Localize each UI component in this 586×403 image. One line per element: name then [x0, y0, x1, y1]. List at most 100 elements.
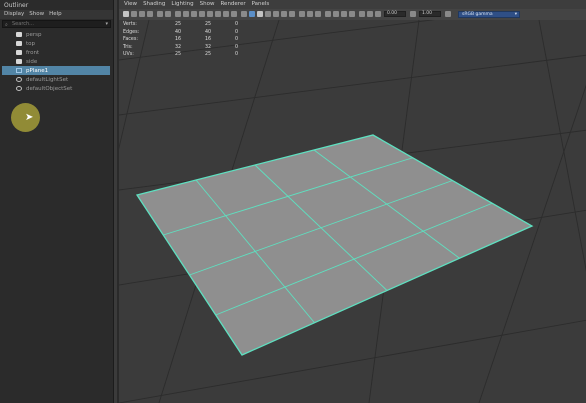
bookmark-icon[interactable] [139, 11, 145, 17]
outliner-panel: Outliner Display Show Help ⌕ ▾ persp top… [0, 0, 114, 403]
panel-menu-panels[interactable]: Panels [252, 0, 270, 9]
hud-value: 40 [205, 29, 212, 35]
outliner-item-defaultlightset[interactable]: defaultLightSet [2, 75, 110, 84]
resolution-gate-icon[interactable] [191, 11, 197, 17]
safe-action-icon[interactable] [215, 11, 221, 17]
smooth-shade-icon[interactable] [257, 11, 263, 17]
panel-menubar: View Shading Lighting Show Renderer Pane… [119, 0, 586, 9]
mesh-icon [16, 68, 22, 73]
use-all-lights-icon[interactable] [281, 11, 287, 17]
outliner-item-label: defaultLightSet [26, 76, 69, 83]
exposure-icon[interactable] [375, 11, 381, 17]
outliner-item-label: defaultObjectSet [26, 85, 73, 92]
hud-value: 25 [205, 52, 212, 57]
xray-icon[interactable] [299, 11, 305, 17]
maya-window: Outliner Display Show Help ⌕ ▾ persp top… [0, 0, 586, 403]
hud-label: Tris: [123, 44, 133, 50]
sync-camera-icon[interactable] [231, 11, 237, 17]
color-management-icon[interactable] [445, 11, 451, 17]
chevron-down-icon[interactable]: ▾ [105, 21, 108, 27]
outliner-item-persp[interactable]: persp [2, 30, 110, 39]
hud-value: 0 [235, 44, 239, 50]
grid-toggle-icon[interactable] [175, 11, 181, 17]
gate-mask-icon[interactable] [199, 11, 205, 17]
exposure-field[interactable]: 0.00 [384, 11, 406, 17]
hud-row-tris: Tris: 32 32 0 [123, 44, 263, 52]
set-icon [16, 77, 22, 82]
shadows-icon[interactable] [289, 11, 295, 17]
motion-blur-icon[interactable] [333, 11, 339, 17]
poly-count-hud: Verts: 25 25 0 Edges: 40 40 0 Faces: 16 … [123, 21, 263, 59]
outliner-item-top[interactable]: top [2, 39, 110, 48]
hud-value: 32 [205, 44, 212, 50]
hud-value: 0 [235, 22, 239, 27]
outliner-item-label: persp [26, 31, 42, 38]
gamma-icon[interactable] [410, 11, 416, 17]
grease-pencil-icon[interactable] [165, 11, 171, 17]
hud-row-verts: Verts: 25 25 0 [123, 21, 263, 29]
outliner-item-defaultobjectset[interactable]: defaultObjectSet [2, 84, 110, 93]
hud-label: Edges: [123, 29, 140, 35]
outliner-menu-show[interactable]: Show [29, 10, 44, 19]
outliner-menu-display[interactable]: Display [4, 10, 24, 19]
hud-row-faces: Faces: 16 16 0 [123, 36, 263, 44]
textured-icon[interactable] [273, 11, 279, 17]
camera-attributes-icon[interactable] [131, 11, 137, 17]
panel-menu-lighting[interactable]: Lighting [171, 0, 193, 9]
hud-value: 16 [205, 37, 212, 42]
default-material-icon[interactable] [265, 11, 271, 17]
xray-components-icon[interactable] [315, 11, 321, 17]
mouse-cursor-icon: ➤ [25, 112, 34, 123]
camera-icon [16, 41, 22, 46]
hud-value: 0 [235, 37, 239, 42]
safe-title-icon[interactable] [223, 11, 229, 17]
camera-icon [16, 59, 22, 64]
hud-value: 25 [205, 22, 212, 27]
2d-pan-zoom-icon[interactable] [157, 11, 163, 17]
camera-icon [16, 32, 22, 37]
panel-menu-shading[interactable]: Shading [143, 0, 165, 9]
hud-value: 40 [175, 29, 182, 35]
outliner-title: Outliner [4, 2, 29, 9]
wireframe-on-shaded-icon[interactable] [249, 11, 255, 17]
anti-aliasing-icon[interactable] [341, 11, 347, 17]
hud-value: 0 [235, 52, 239, 57]
hud-value: 25 [175, 52, 182, 57]
xray-joints-icon[interactable] [307, 11, 313, 17]
outliner-menu-help[interactable]: Help [49, 10, 62, 19]
panel-menu-show[interactable]: Show [200, 0, 215, 9]
outliner-item-label: pPlane1 [26, 67, 49, 74]
hud-row-uvs: UVs: 25 25 0 [123, 51, 263, 59]
image-plane-icon[interactable] [147, 11, 153, 17]
outliner-search-input[interactable] [12, 21, 102, 27]
outliner-item-label: top [26, 40, 36, 47]
3d-scene[interactable] [119, 20, 586, 403]
outliner-item-label: side [26, 58, 38, 65]
hud-value: 25 [175, 22, 182, 27]
ambient-occlusion-icon[interactable] [325, 11, 331, 17]
gamma-field[interactable]: 1.00 [419, 11, 441, 17]
outliner-item-pplane1[interactable]: pPlane1 [2, 66, 110, 75]
hud-label: Verts: [123, 22, 137, 27]
chevron-down-icon: ▾ [514, 12, 517, 17]
hud-label: UVs: [123, 52, 134, 57]
outliner-item-label: front [26, 49, 40, 56]
viewport-panel: View Shading Lighting Show Renderer Pane… [117, 0, 586, 403]
outliner-menubar: Display Show Help [0, 10, 113, 19]
select-camera-icon[interactable] [123, 11, 129, 17]
view-transform-dropdown[interactable]: sRGB gamma ▾ [458, 11, 520, 18]
film-gate-icon[interactable] [183, 11, 189, 17]
camera-icon [16, 50, 22, 55]
outliner-item-front[interactable]: front [2, 48, 110, 57]
field-chart-icon[interactable] [207, 11, 213, 17]
outliner-search-bar: ⌕ ▾ [2, 20, 111, 28]
isolate-select-icon[interactable] [359, 11, 365, 17]
outliner-item-side[interactable]: side [2, 57, 110, 66]
depth-of-field-icon[interactable] [349, 11, 355, 17]
hud-value: 16 [175, 37, 182, 42]
search-icon: ⌕ [5, 22, 8, 28]
hud-toggle-icon[interactable] [367, 11, 373, 17]
wireframe-icon[interactable] [241, 11, 247, 17]
panel-menu-renderer[interactable]: Renderer [220, 0, 245, 9]
panel-menu-view[interactable]: View [124, 0, 137, 9]
